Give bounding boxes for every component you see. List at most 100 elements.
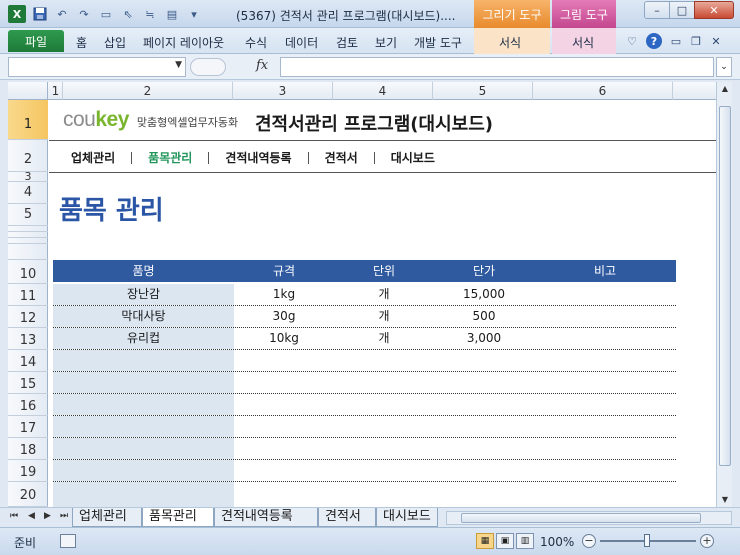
row-header[interactable]: 10	[8, 260, 48, 284]
file-tab[interactable]: 파일	[8, 30, 64, 52]
page-break-view-icon[interactable]: ▥	[516, 533, 534, 549]
vertical-scrollbar[interactable]: ▲ ▼	[716, 82, 732, 507]
drawing-tools-tab[interactable]: 그리기 도구	[474, 0, 550, 28]
cell-spec[interactable]: 1kg	[234, 284, 334, 305]
row-header[interactable]: 2	[8, 140, 48, 172]
tab-page-layout[interactable]: 페이지 레이아웃	[143, 34, 224, 51]
zoom-in-icon[interactable]: +	[700, 534, 714, 548]
tab-insert[interactable]: 삽입	[104, 34, 126, 51]
name-cell-bg[interactable]	[53, 438, 234, 459]
name-cell-bg[interactable]	[53, 482, 234, 507]
prev-sheet-icon[interactable]: ◀	[28, 511, 35, 521]
sheet-tab-vendors[interactable]: 업체관리	[72, 508, 142, 527]
scroll-down-icon[interactable]: ▼	[717, 493, 733, 507]
camera-icon[interactable]: ▭	[98, 6, 114, 22]
sheet-tab-quote[interactable]: 견적서	[318, 508, 376, 527]
row-header[interactable]	[8, 244, 48, 260]
row-header[interactable]: 13	[8, 328, 48, 350]
column-header[interactable]: 3	[233, 82, 333, 100]
row-header[interactable]: 14	[8, 350, 48, 372]
cell-name[interactable]: 막대사탕	[53, 306, 234, 327]
undo-icon[interactable]: ↶	[54, 6, 70, 22]
nav-quote[interactable]: 견적서	[325, 149, 358, 166]
column-header[interactable]: 1	[49, 82, 63, 100]
cell-unit[interactable]: 개	[334, 328, 434, 349]
nav-dashboard[interactable]: 대시보드	[391, 149, 435, 166]
name-cell-bg[interactable]	[53, 372, 234, 393]
chevron-down-icon[interactable]: ▼	[175, 60, 182, 70]
last-sheet-icon[interactable]: ⏭	[60, 511, 68, 521]
sheet-tab-dashboard[interactable]: 대시보드	[376, 508, 438, 527]
nav-item-management[interactable]: 품목관리	[148, 149, 192, 166]
scroll-up-icon[interactable]: ▲	[717, 82, 733, 96]
row-header[interactable]: 20	[8, 482, 48, 507]
name-cell-bg[interactable]	[53, 350, 234, 371]
close-workbook-icon[interactable]: ✕	[708, 33, 724, 49]
row-header[interactable]: 4	[8, 182, 48, 204]
cell-name[interactable]: 장난감	[53, 284, 234, 305]
cell-note[interactable]	[534, 284, 676, 305]
next-sheet-icon[interactable]: ▶	[44, 511, 51, 521]
formula-input[interactable]	[280, 57, 714, 77]
name-cell-bg[interactable]	[53, 460, 234, 481]
nav-vendor-management[interactable]: 업체관리	[71, 149, 115, 166]
tab-home[interactable]: 홈	[76, 34, 87, 51]
cell-name[interactable]: 유리컵	[53, 328, 234, 349]
tab-data[interactable]: 데이터	[285, 34, 318, 51]
name-cell-bg[interactable]	[53, 394, 234, 415]
maximize-button[interactable]: □	[669, 1, 695, 19]
tab-picture-format[interactable]: 서식	[572, 34, 594, 51]
help-icon[interactable]: ?	[646, 33, 662, 49]
vertical-scroll-thumb[interactable]	[719, 106, 731, 466]
column-header[interactable]: 4	[333, 82, 433, 100]
first-sheet-icon[interactable]: ⏮	[10, 511, 18, 521]
close-button[interactable]: ✕	[694, 1, 734, 19]
picture-tools-tab[interactable]: 그림 도구	[552, 0, 616, 28]
row-header[interactable]: 12	[8, 306, 48, 328]
cell-unit[interactable]: 개	[334, 284, 434, 305]
select-objects-icon[interactable]: ⇖	[120, 6, 136, 22]
heart-icon[interactable]: ♡	[624, 33, 640, 49]
horizontal-scrollbar[interactable]	[446, 511, 732, 525]
expand-formula-bar-icon[interactable]: ⌄	[716, 57, 732, 77]
insert-function-icon[interactable]: fx	[256, 58, 268, 73]
column-header[interactable]: 6	[533, 82, 673, 100]
horizontal-scroll-thumb[interactable]	[461, 513, 701, 523]
select-all-corner[interactable]	[8, 82, 48, 100]
row-header[interactable]: 18	[8, 438, 48, 460]
save-icon[interactable]	[32, 6, 48, 22]
ribbon-minimize-icon[interactable]: ▭	[668, 33, 684, 49]
name-box[interactable]: ▼	[8, 57, 186, 77]
cell-note[interactable]	[534, 306, 676, 327]
row-header[interactable]: 17	[8, 416, 48, 438]
row-header[interactable]: 16	[8, 394, 48, 416]
normal-view-icon[interactable]: ▦	[476, 533, 494, 549]
row-header[interactable]: 1	[8, 100, 48, 140]
cell-unit[interactable]: 개	[334, 306, 434, 327]
row-header[interactable]: 11	[8, 284, 48, 306]
excel-logo-icon[interactable]: X	[8, 5, 26, 23]
redo-icon[interactable]: ↷	[76, 6, 92, 22]
cell-price[interactable]: 15,000	[434, 284, 534, 305]
column-header[interactable]: 2	[63, 82, 233, 100]
row-header[interactable]: 19	[8, 460, 48, 482]
cell-spec[interactable]: 10kg	[234, 328, 334, 349]
cell-spec[interactable]: 30g	[234, 306, 334, 327]
row-header[interactable]: 15	[8, 372, 48, 394]
row-header[interactable]: 5	[8, 204, 48, 226]
sheet-tab-items[interactable]: 품목관리	[142, 508, 214, 527]
cell-price[interactable]: 500	[434, 306, 534, 327]
nav-quote-entry[interactable]: 견적내역등록	[225, 149, 291, 166]
form-icon[interactable]: ▤	[164, 6, 180, 22]
customize-quick-access-icon[interactable]: ▾	[186, 6, 202, 22]
restore-window-icon[interactable]: ❐	[688, 33, 704, 49]
name-cell-bg[interactable]	[53, 416, 234, 437]
zoom-level[interactable]: 100%	[540, 535, 574, 549]
formula-cancel-confirm[interactable]	[190, 58, 226, 76]
minimize-button[interactable]: –	[644, 1, 670, 19]
sheet-tab-quote-entry[interactable]: 견적내역등록	[214, 508, 318, 527]
tab-view[interactable]: 보기	[375, 34, 397, 51]
cell-price[interactable]: 3,000	[434, 328, 534, 349]
tab-drawing-format[interactable]: 서식	[499, 34, 521, 51]
zoom-out-icon[interactable]: −	[582, 534, 596, 548]
